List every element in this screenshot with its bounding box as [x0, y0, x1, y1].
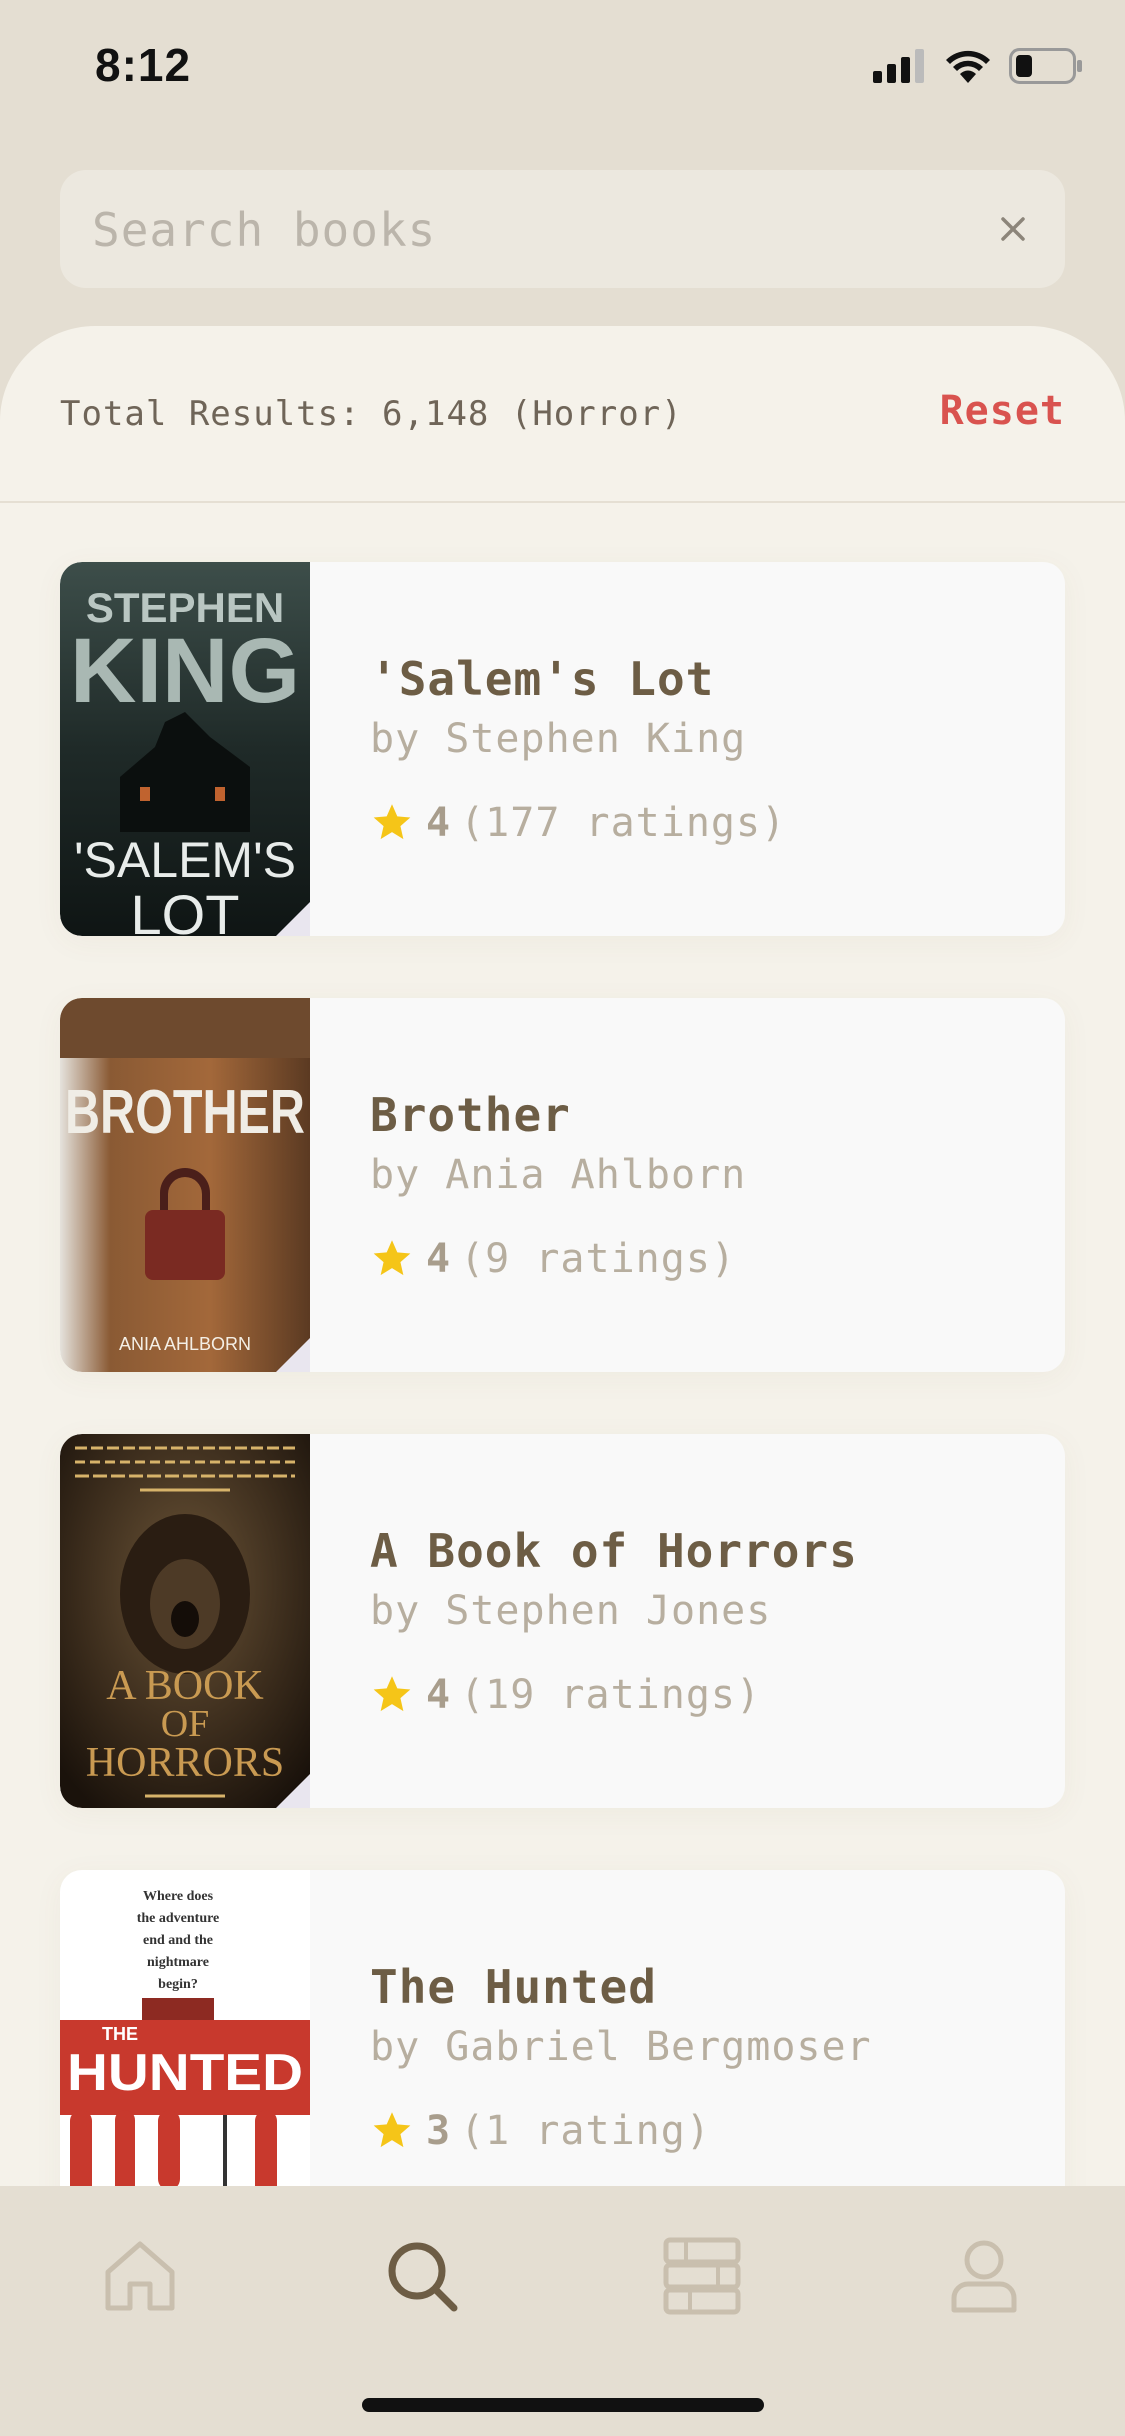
home-indicator: [362, 2398, 764, 2412]
rating-value: 4: [426, 1672, 451, 1718]
rating-row: 4 (19 ratings): [370, 1672, 858, 1718]
rating-value: 4: [426, 800, 451, 846]
book-cover-salems-lot: STEPHEN KING 'SALEM'S LOT: [60, 562, 310, 936]
results-header: Total Results: 6,148 (Horror) Reset: [0, 326, 1125, 503]
book-info: The Hunted by Gabriel Bergmoser 3 (1 rat…: [370, 1960, 872, 2154]
search-bar: [60, 170, 1065, 290]
status-time: 8:12: [95, 39, 192, 91]
book-card[interactable]: A BOOK OF HORRORS A Book of Horrors by S…: [60, 1434, 1065, 1808]
cover-text: end and the: [143, 1933, 213, 1948]
rating-row: 4 (9 ratings): [370, 1236, 746, 1282]
cover-text: the adventure: [137, 1911, 220, 1926]
cover-text: OF: [161, 1703, 210, 1745]
tab-home[interactable]: [90, 2226, 190, 2326]
star-icon: [373, 2112, 411, 2148]
results-sheet: Total Results: 6,148 (Horror) Reset STEP…: [0, 326, 1125, 2186]
cover-text: HORRORS: [86, 1740, 284, 1786]
rating-count: (1 rating): [460, 2108, 711, 2154]
search-icon: [388, 2242, 458, 2312]
book-author: by Stephen Jones: [370, 1588, 772, 1634]
cellular-signal-icon: [873, 49, 924, 83]
home-icon: [105, 2241, 175, 2311]
book-cover-the-hunted: Where does the adventure end and the nig…: [60, 1870, 310, 2186]
star-icon: [373, 1676, 411, 1712]
book-card[interactable]: STEPHEN KING 'SALEM'S LOT 'Salem's Lot b…: [60, 562, 1065, 936]
book-info: A Book of Horrors by Stephen Jones 4 (19…: [370, 1524, 858, 1718]
book-author: by Stephen King: [370, 716, 747, 762]
tab-search[interactable]: [372, 2226, 472, 2326]
tab-profile[interactable]: [934, 2226, 1034, 2326]
book-title: Brother: [370, 1088, 571, 1142]
rating-count: (19 ratings): [460, 1672, 762, 1718]
rating-row: 4 (177 ratings): [370, 800, 786, 846]
wifi-icon: [946, 50, 990, 83]
clear-search-icon[interactable]: [991, 207, 1035, 251]
book-cover-brother: BROTHER ANIA AHLBORN: [60, 998, 310, 1372]
cover-text: ANIA AHLBORN: [119, 1334, 251, 1354]
cover-text: KING: [70, 620, 300, 722]
book-info: Brother by Ania Ahlborn 4 (9 ratings): [370, 1088, 746, 1282]
rating-count: (9 ratings): [460, 1236, 736, 1282]
book-title: The Hunted: [370, 1960, 657, 2014]
tab-library[interactable]: [652, 2226, 752, 2326]
search-input[interactable]: [90, 170, 974, 290]
star-icon: [373, 804, 411, 840]
cover-text: begin?: [158, 1977, 198, 1992]
book-cover-book-of-horrors: A BOOK OF HORRORS: [60, 1434, 310, 1808]
cover-text: Where does: [143, 1889, 214, 1904]
star-icon: [373, 1240, 411, 1276]
book-card[interactable]: Where does the adventure end and the nig…: [60, 1870, 1065, 2186]
rating-row: 3 (1 rating): [370, 2108, 872, 2154]
cover-text: 'SALEM'S: [74, 832, 296, 888]
status-icons: [873, 48, 1083, 84]
profile-icon: [951, 2240, 1017, 2313]
rating-count: (177 ratings): [460, 800, 787, 846]
cover-text: HUNTED: [67, 2044, 303, 2102]
rating-value: 3: [426, 2108, 451, 2154]
tab-bar: [0, 2186, 1125, 2436]
reset-button[interactable]: Reset: [940, 388, 1065, 434]
book-card[interactable]: BROTHER ANIA AHLBORN Brother by Ania Ahl…: [60, 998, 1065, 1372]
cover-text: BROTHER: [65, 1078, 305, 1147]
book-list: STEPHEN KING 'SALEM'S LOT 'Salem's Lot b…: [60, 562, 1065, 2186]
book-info: 'Salem's Lot by Stephen King 4 (177 rati…: [370, 652, 786, 846]
rating-value: 4: [426, 1236, 451, 1282]
cover-text: LOT: [131, 883, 240, 936]
book-title: 'Salem's Lot: [370, 652, 715, 706]
book-title: A Book of Horrors: [370, 1524, 858, 1578]
book-author: by Gabriel Bergmoser: [370, 2024, 872, 2070]
cover-text: THE: [102, 2024, 138, 2044]
battery-icon: [1009, 48, 1082, 84]
status-bar: 8:12: [0, 0, 1125, 140]
book-author: by Ania Ahlborn: [370, 1152, 747, 1198]
results-summary: Total Results: 6,148 (Horror): [60, 394, 683, 434]
library-icon: [663, 2237, 741, 2315]
cover-text: nightmare: [147, 1955, 209, 1970]
